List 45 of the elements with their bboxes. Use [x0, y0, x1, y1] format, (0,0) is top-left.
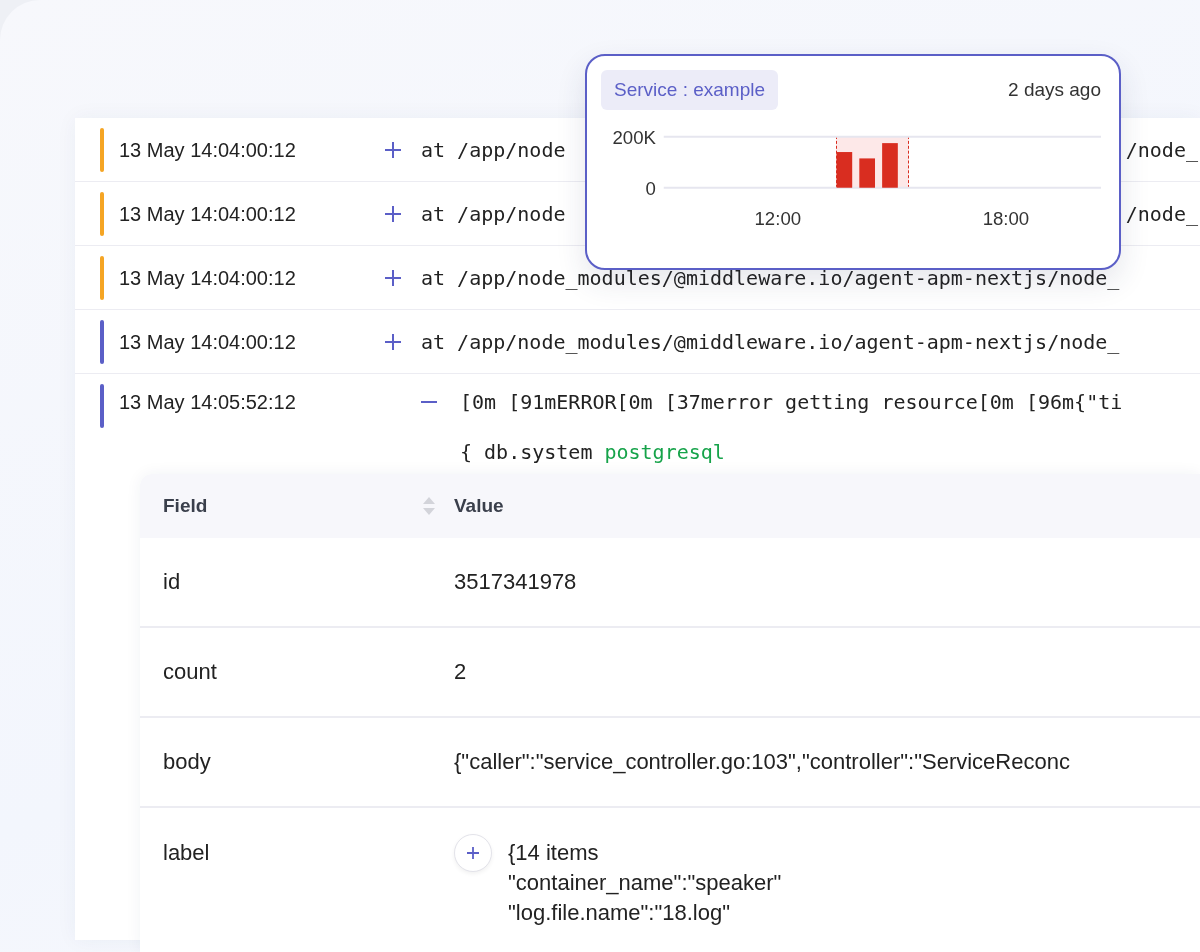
log-message: at /app/node [421, 138, 566, 162]
plus-icon [384, 333, 402, 351]
log-message: at /app/node_modules/@middleware.io/agent-apm-nextjs/node_ [421, 266, 1120, 290]
y-tick-label: 0 [645, 177, 656, 199]
chart-bar [836, 152, 853, 188]
time-ago: 2 days ago [1008, 79, 1101, 101]
log-timestamp: 13 May 14:04:00:12 [119, 330, 297, 355]
log-message: /node_ [1125, 138, 1198, 162]
plus-icon [384, 141, 402, 159]
minus-icon [420, 401, 438, 403]
plus-icon [384, 205, 402, 223]
expand-button[interactable] [384, 333, 402, 351]
expand-button[interactable] [384, 141, 402, 159]
field-value: 2 [454, 658, 467, 686]
column-header: Value [454, 495, 504, 516]
field-value: "container_name":"speaker" [508, 869, 782, 897]
x-tick-label: 18:00 [982, 208, 1030, 229]
expand-button[interactable] [384, 269, 402, 287]
log-message: at /app/node [421, 202, 566, 226]
log-timestamp: 13 May 14:04:00:12 [119, 202, 297, 227]
detail-value: postgresql [604, 440, 725, 464]
plus-icon [466, 846, 480, 860]
log-message: [0m [91mERROR[0m [37merror getting resource[0m [96m{"ti [460, 390, 1123, 414]
log-timestamp: 13 May 14:05:52:12 [119, 390, 297, 415]
log-message: at /app/node_modules/@middleware.io/agent-apm-nextjs/node_ [421, 330, 1120, 354]
column-header: Field [163, 495, 208, 517]
field-value: {"caller":"service_controller.go:103","controller":"ServiceReconc [454, 748, 1070, 776]
field-value: 3517341978 [454, 568, 577, 596]
chart-bar [859, 158, 875, 188]
expand-button[interactable] [384, 205, 402, 223]
service-tag: Service : example [601, 70, 778, 110]
chart-bar [882, 143, 898, 188]
log-timestamp: 13 May 14:04:00:12 [119, 266, 297, 291]
field-name: body [163, 748, 211, 776]
field-name: label [163, 839, 210, 867]
field-value: {14 items [508, 839, 600, 867]
field-name: count [163, 658, 217, 686]
log-timestamp: 13 May 14:04:00:12 [119, 138, 297, 163]
plus-icon [384, 269, 402, 287]
y-tick-label: 200K [612, 126, 656, 148]
log-message: /node_ [1125, 202, 1198, 226]
field-value: "log.file.name":"18.log" [508, 899, 732, 927]
field-name: id [163, 568, 181, 596]
x-tick-label: 12:00 [754, 208, 802, 229]
detail-key: { db.system [460, 440, 593, 464]
